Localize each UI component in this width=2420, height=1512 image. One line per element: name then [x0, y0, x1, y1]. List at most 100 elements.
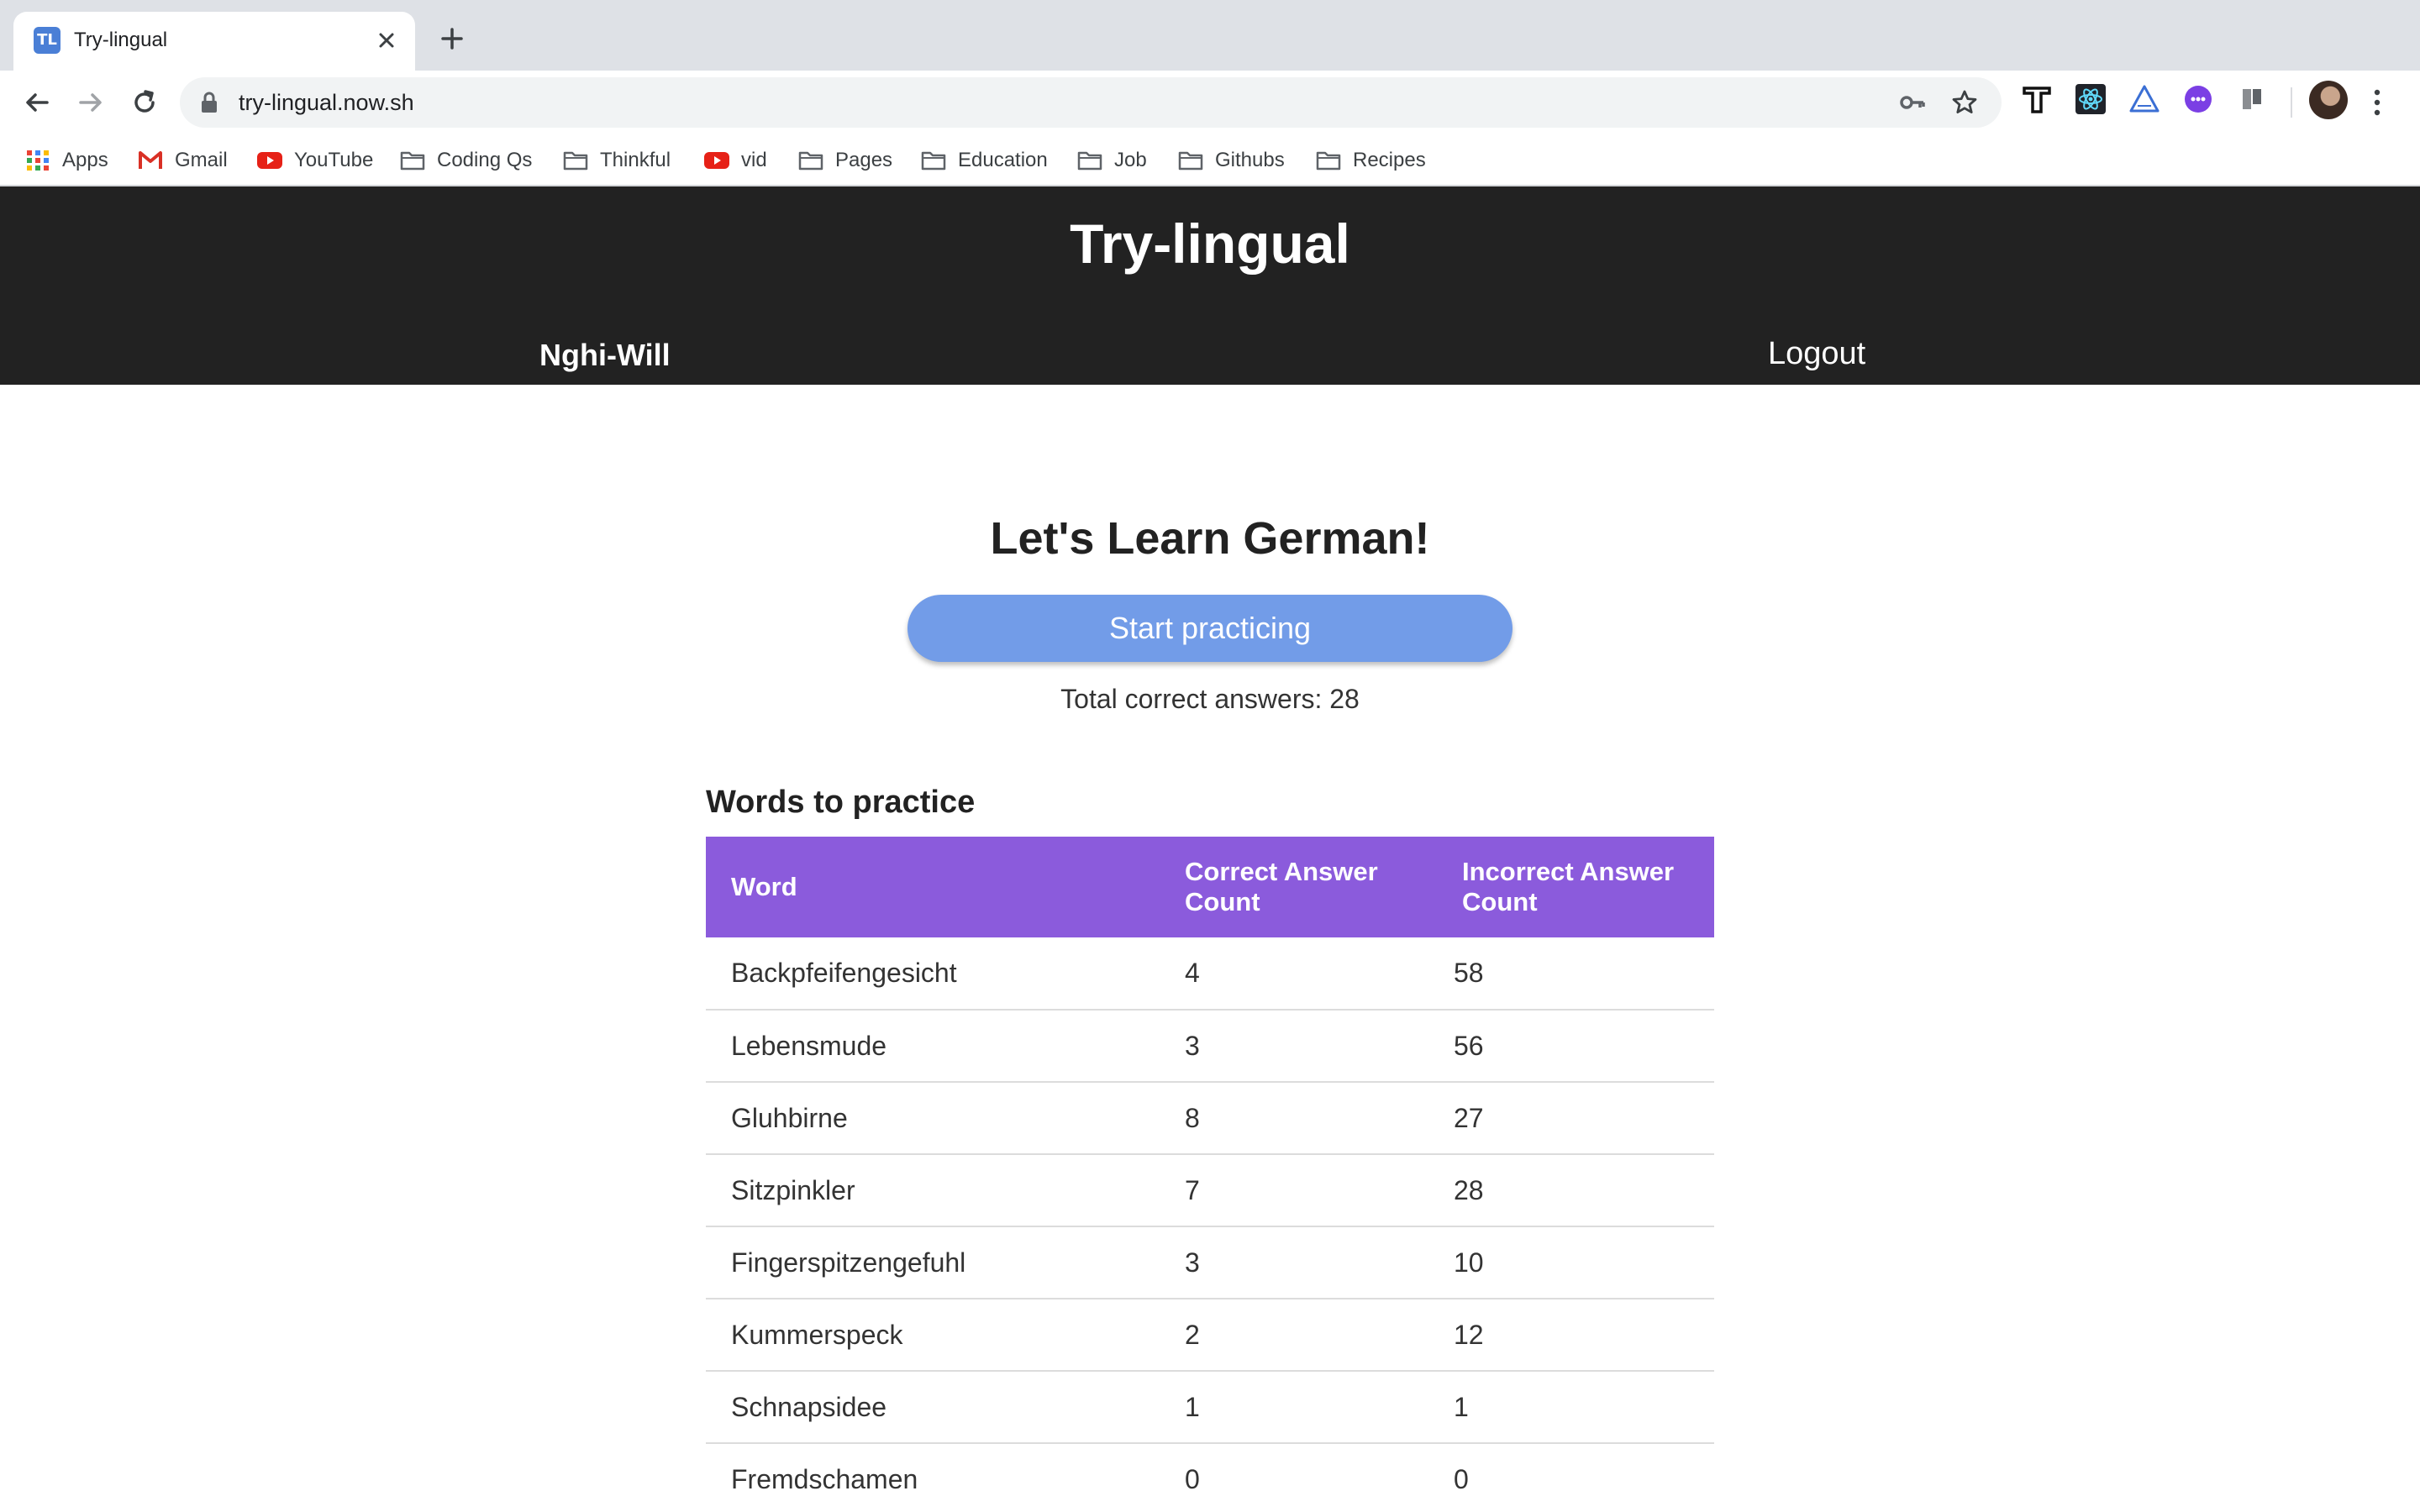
correct-count-cell: 2 [1168, 1299, 1437, 1372]
lock-icon[interactable] [200, 92, 218, 113]
table-header-row: Word Correct Answer Count Incorrect Answ… [706, 837, 1714, 937]
correct-count-cell: 8 [1168, 1082, 1437, 1155]
browser-tab-strip: TL Try-lingual [0, 0, 2420, 71]
bookmark-label: Gmail [175, 149, 228, 171]
new-tab-icon[interactable] [439, 25, 466, 52]
bookmark-gmail[interactable]: Gmail [138, 144, 228, 176]
bookmark-label: Apps [62, 149, 108, 171]
bookmark-recipes[interactable]: Recipes [1316, 144, 1426, 176]
incorrect-count-cell: 0 [1437, 1443, 1714, 1512]
folder-icon [563, 151, 588, 171]
folder-icon [1316, 151, 1341, 171]
incorrect-count-cell: 10 [1437, 1226, 1714, 1299]
correct-count-cell: 3 [1168, 1226, 1437, 1299]
triangle-extension-icon[interactable] [2129, 84, 2160, 114]
bookmark-job[interactable]: Job [1077, 144, 1147, 176]
youtube-icon [257, 152, 282, 169]
table-row: Fremdschamen 0 0 [706, 1443, 1714, 1512]
bookmark-pages[interactable]: Pages [798, 144, 892, 176]
word-cell: Backpfeifengesicht [706, 937, 1168, 1011]
table-row: Gluhbirne 8 27 [706, 1082, 1714, 1155]
back-icon[interactable] [20, 86, 54, 119]
bookmark-youtube[interactable]: YouTube [257, 144, 373, 176]
correct-count-cell: 0 [1168, 1443, 1437, 1512]
browser-tab[interactable]: TL Try-lingual [13, 12, 415, 71]
folder-icon [798, 151, 823, 171]
column-header-correct-count: Correct Answer Count [1168, 837, 1437, 937]
address-bar[interactable]: try-lingual.now.sh [180, 77, 2002, 128]
folder-icon [1077, 151, 1102, 171]
bookmark-label: vid [741, 149, 767, 171]
word-cell: Gluhbirne [706, 1082, 1168, 1155]
page-title: Let's Learn German! [990, 513, 1430, 564]
word-cell: Fremdschamen [706, 1443, 1168, 1512]
text-extension-icon[interactable] [2022, 84, 2052, 114]
correct-count-cell: 3 [1168, 1010, 1437, 1083]
bookmark-label: Education [958, 149, 1048, 171]
incorrect-count-cell: 12 [1437, 1299, 1714, 1372]
word-cell: Schnapsidee [706, 1371, 1168, 1444]
reload-icon[interactable] [128, 86, 161, 119]
words-table: Word Correct Answer Count Incorrect Answ… [706, 837, 1714, 1512]
bookmark-thinkful[interactable]: Thinkful [563, 144, 671, 176]
incorrect-count-cell: 27 [1437, 1082, 1714, 1155]
correct-count-cell: 4 [1168, 937, 1437, 1011]
bookmark-vid[interactable]: vid [704, 144, 767, 176]
bookmark-label: Githubs [1215, 149, 1285, 171]
logout-link[interactable]: Logout [1768, 336, 1865, 372]
bookmark-star-icon[interactable] [1951, 89, 1978, 116]
bookmark-apps[interactable]: Apps [25, 144, 108, 176]
close-icon[interactable] [373, 27, 400, 54]
bookmark-githubs[interactable]: Githubs [1178, 144, 1285, 176]
forward-icon[interactable] [74, 86, 108, 119]
start-practicing-button[interactable]: Start practicing [908, 595, 1512, 662]
word-cell: Lebensmude [706, 1010, 1168, 1083]
bookmarks-bar: Apps Gmail YouTube Coding Qs Thinkful vi… [0, 136, 2420, 186]
folder-icon [400, 151, 425, 171]
bookmark-label: Recipes [1353, 149, 1426, 171]
toolbar-divider [2291, 87, 2292, 118]
url-text[interactable]: try-lingual.now.sh [239, 90, 414, 116]
bookmark-label: Job [1114, 149, 1147, 171]
apps-grid-icon [27, 150, 49, 171]
incorrect-count-cell: 28 [1437, 1154, 1714, 1227]
table-row: Fingerspitzengefuhl 3 10 [706, 1226, 1714, 1299]
column-header-incorrect-count: Incorrect Answer Count [1437, 837, 1714, 937]
table-row: Backpfeifengesicht 4 58 [706, 937, 1714, 1011]
bookmark-coding-qs[interactable]: Coding Qs [400, 144, 532, 176]
bookmark-label: Coding Qs [437, 149, 533, 171]
purple-extension-icon[interactable] [2183, 84, 2213, 114]
grey-extension-icon[interactable] [2237, 84, 2267, 114]
username: Nghi-Will [539, 338, 671, 372]
total-correct-answers: Total correct answers: 28 [1060, 684, 1360, 714]
incorrect-count-cell: 58 [1437, 937, 1714, 1011]
folder-icon [1178, 151, 1203, 171]
table-row: Schnapsidee 1 1 [706, 1371, 1714, 1444]
browser-toolbar: try-lingual.now.sh [0, 71, 2420, 136]
word-cell: Sitzpinkler [706, 1154, 1168, 1227]
word-cell: Fingerspitzengefuhl [706, 1226, 1168, 1299]
table-row: Lebensmude 3 56 [706, 1010, 1714, 1083]
correct-count-cell: 7 [1168, 1154, 1437, 1227]
react-devtools-icon[interactable] [2075, 84, 2106, 114]
bookmark-label: Thinkful [600, 149, 671, 171]
incorrect-count-cell: 56 [1437, 1010, 1714, 1083]
app-title[interactable]: Try-lingual [0, 212, 2420, 276]
bookmark-label: Pages [835, 149, 893, 171]
more-menu-icon[interactable] [2371, 86, 2383, 119]
words-to-practice-heading: Words to practice [706, 785, 976, 820]
incorrect-count-cell: 1 [1437, 1371, 1714, 1444]
tab-favicon-icon: TL [34, 27, 60, 54]
bookmark-label: YouTube [294, 149, 374, 171]
word-cell: Kummerspeck [706, 1299, 1168, 1372]
youtube-icon [704, 152, 729, 169]
table-row: Sitzpinkler 7 28 [706, 1154, 1714, 1227]
table-row: Kummerspeck 2 12 [706, 1299, 1714, 1372]
column-header-word: Word [706, 837, 1168, 937]
bookmark-education[interactable]: Education [921, 144, 1048, 176]
key-icon[interactable] [1899, 91, 1926, 114]
gmail-icon [139, 151, 162, 169]
profile-avatar[interactable] [2309, 81, 2348, 119]
correct-count-cell: 1 [1168, 1371, 1437, 1444]
app-header: Try-lingual Nghi-Will Logout [0, 186, 2420, 385]
